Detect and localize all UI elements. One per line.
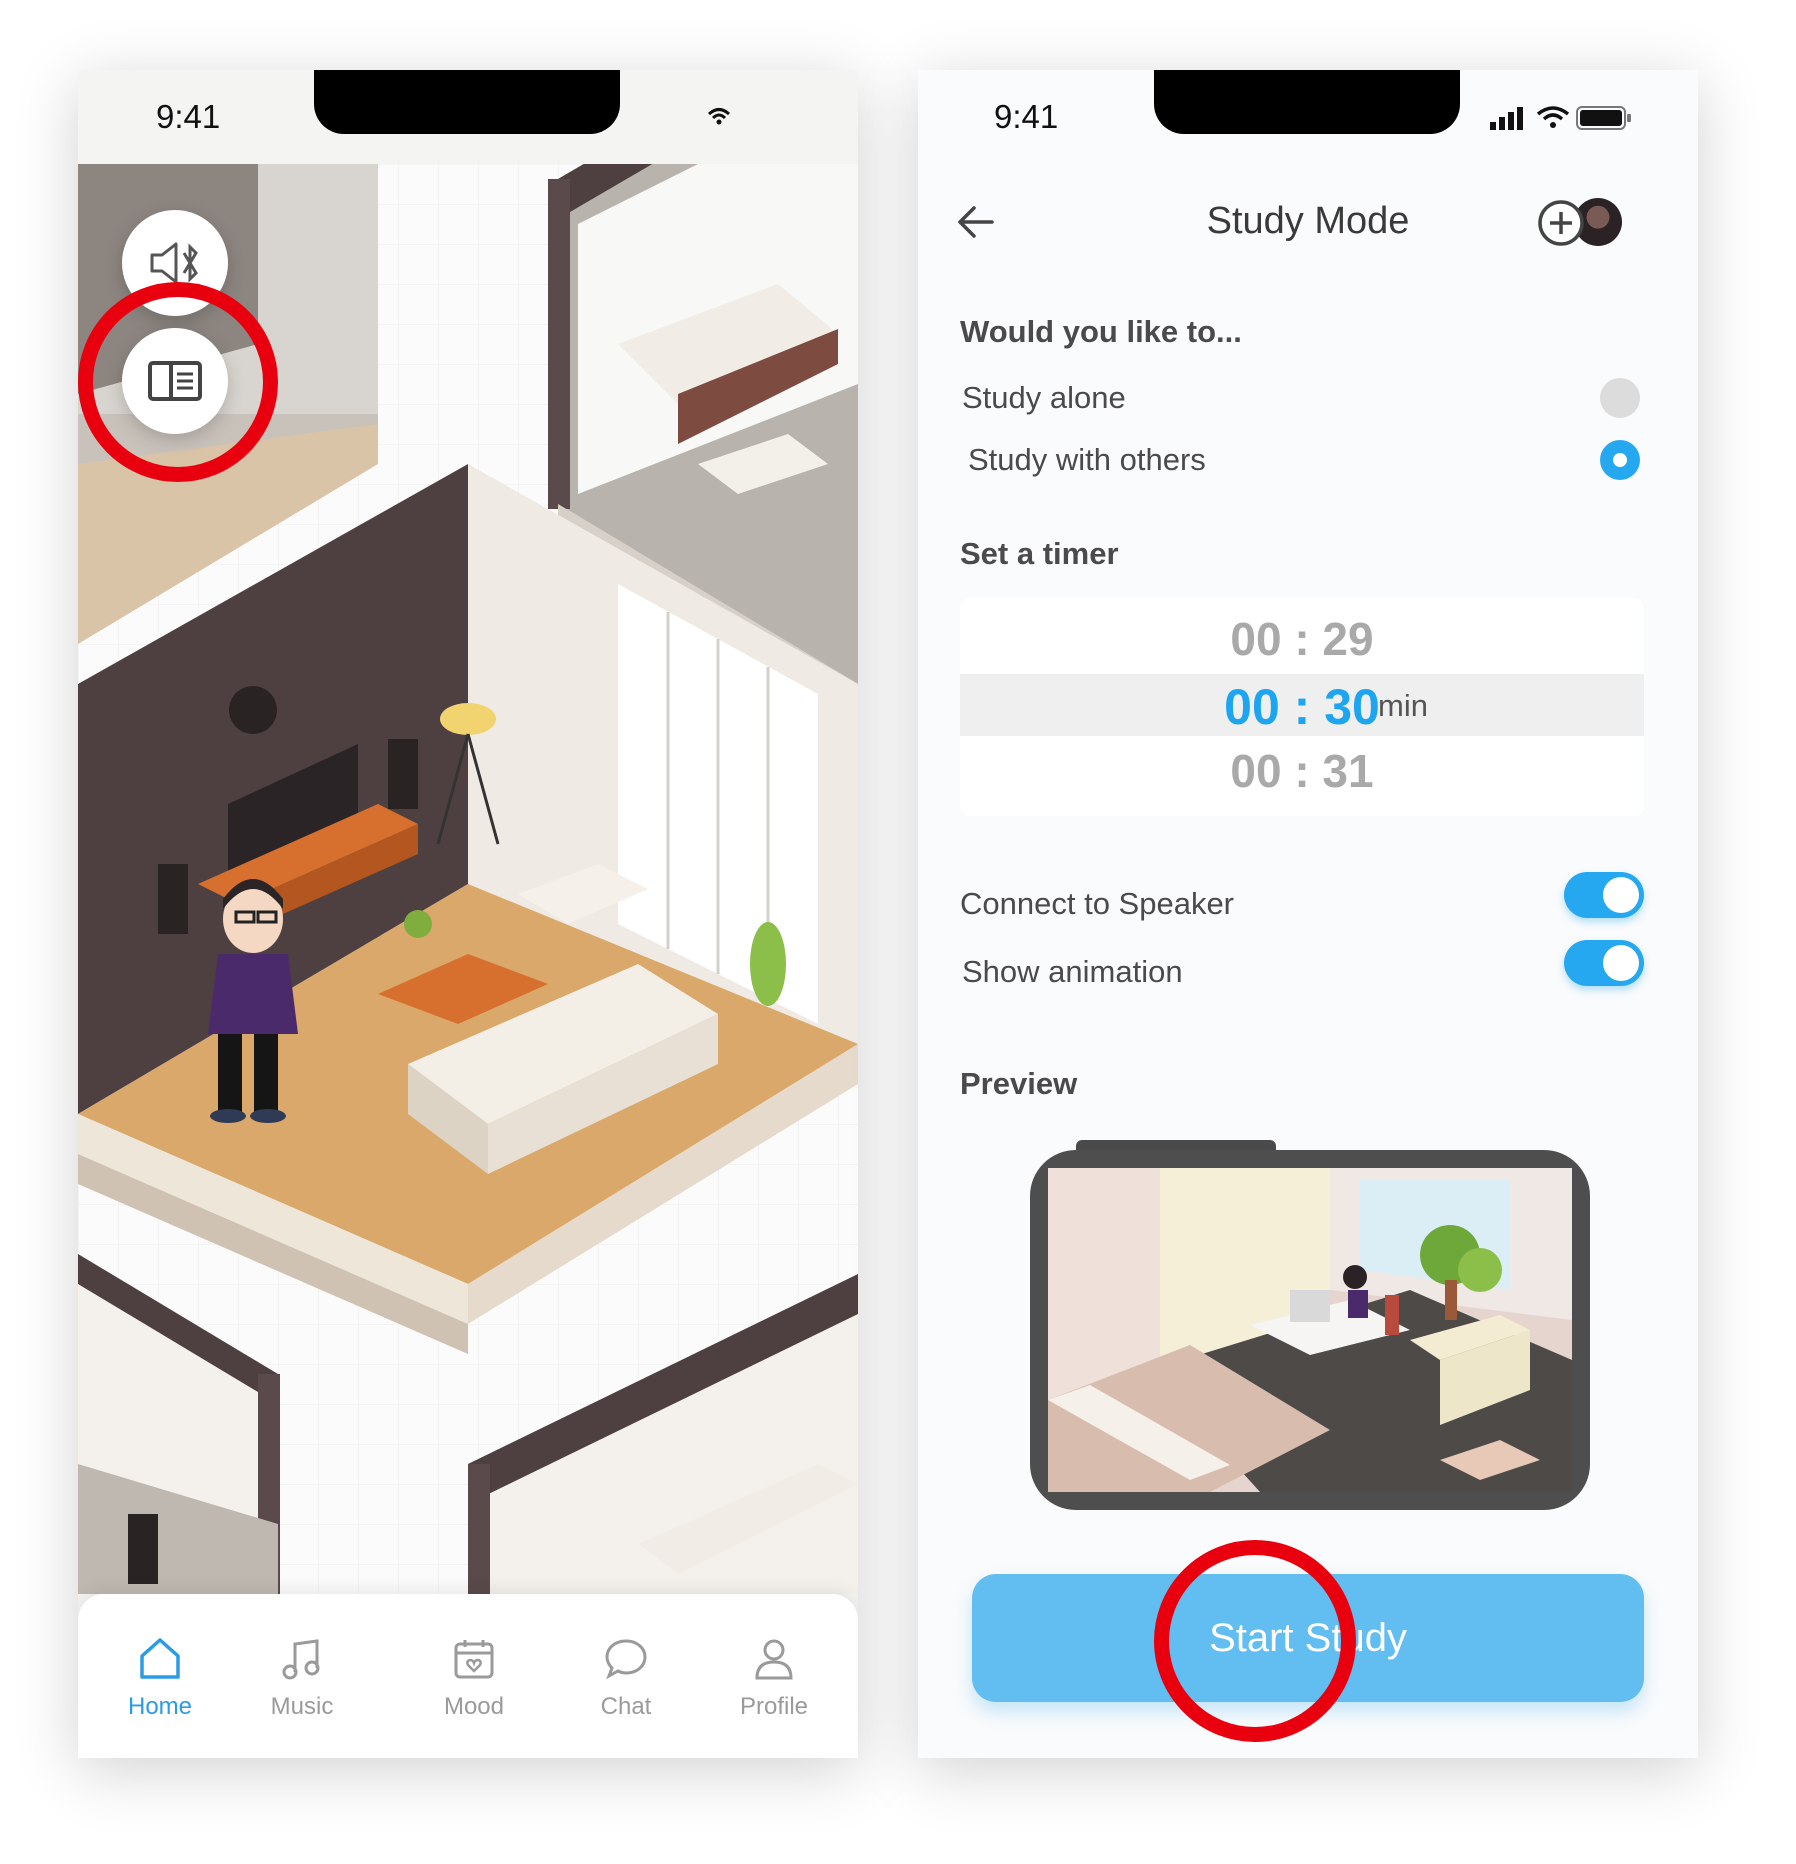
- option-study-with-others-label: Study with others: [968, 442, 1206, 477]
- home-screen: 9:41 Home Music Mood Chat Profile: [78, 70, 858, 1758]
- tab-home[interactable]: Home: [90, 1636, 230, 1721]
- notch: [314, 70, 620, 134]
- option-study-alone-label: Study alone: [962, 380, 1126, 415]
- add-person-icon: [1538, 200, 1584, 246]
- tab-label: Mood: [443, 1693, 505, 1720]
- music-icon: [282, 1639, 320, 1680]
- annotation-circle: [78, 282, 278, 482]
- timer-heading: Set a timer: [960, 536, 1119, 571]
- tab-chat[interactable]: Chat: [556, 1636, 696, 1721]
- home-icon: [140, 1638, 180, 1679]
- study-room-preview-image: [1030, 1140, 1590, 1510]
- timer-unit: min: [1378, 688, 1428, 723]
- timer-next-value[interactable]: 00 : 31: [960, 744, 1644, 798]
- tab-bar: Home Music Mood Chat Profile: [78, 1594, 858, 1758]
- notch: [1154, 70, 1460, 134]
- tab-label: Music: [270, 1693, 334, 1720]
- timer-prev-value[interactable]: 00 : 29: [960, 612, 1644, 666]
- tab-label: Profile: [739, 1693, 809, 1720]
- tab-mood[interactable]: Mood: [404, 1636, 544, 1721]
- battery-icon: [1576, 106, 1631, 130]
- person-icon: [755, 1639, 793, 1680]
- tab-label: Home: [127, 1693, 193, 1720]
- question-heading: Would you like to...: [960, 314, 1242, 349]
- wifi-icon: [1536, 106, 1570, 128]
- wifi-icon: [707, 108, 731, 125]
- tab-music[interactable]: Music: [232, 1636, 372, 1721]
- speaker-bluetooth-icon: [150, 242, 198, 284]
- connect-speaker-label: Connect to Speaker: [960, 886, 1235, 921]
- radio-study-alone[interactable]: [1600, 378, 1640, 418]
- study-mode-screen: 9:41 Study Mode Would you like to... Stu…: [918, 70, 1698, 1758]
- preview-phone-frame: [1030, 1140, 1590, 1515]
- status-time: 9:41: [156, 98, 221, 135]
- show-animation-label: Show animation: [962, 954, 1183, 989]
- show-animation-toggle[interactable]: [1564, 940, 1644, 986]
- signal-icon: [1490, 107, 1523, 130]
- tab-profile[interactable]: Profile: [704, 1636, 844, 1721]
- preview-heading: Preview: [960, 1066, 1078, 1101]
- tab-label: Chat: [600, 1693, 652, 1720]
- annotation-circle: [1154, 1540, 1356, 1742]
- status-time: 9:41: [994, 98, 1059, 135]
- connect-speaker-toggle[interactable]: [1564, 872, 1644, 918]
- timer-current-value[interactable]: 00 : 30: [960, 678, 1644, 736]
- chat-bubble-icon: [605, 1639, 647, 1680]
- timer-picker[interactable]: 00 : 29 00 : 30 min 00 : 31: [960, 598, 1644, 816]
- calendar-heart-icon: [454, 1640, 494, 1679]
- radio-study-with-others[interactable]: [1600, 440, 1640, 480]
